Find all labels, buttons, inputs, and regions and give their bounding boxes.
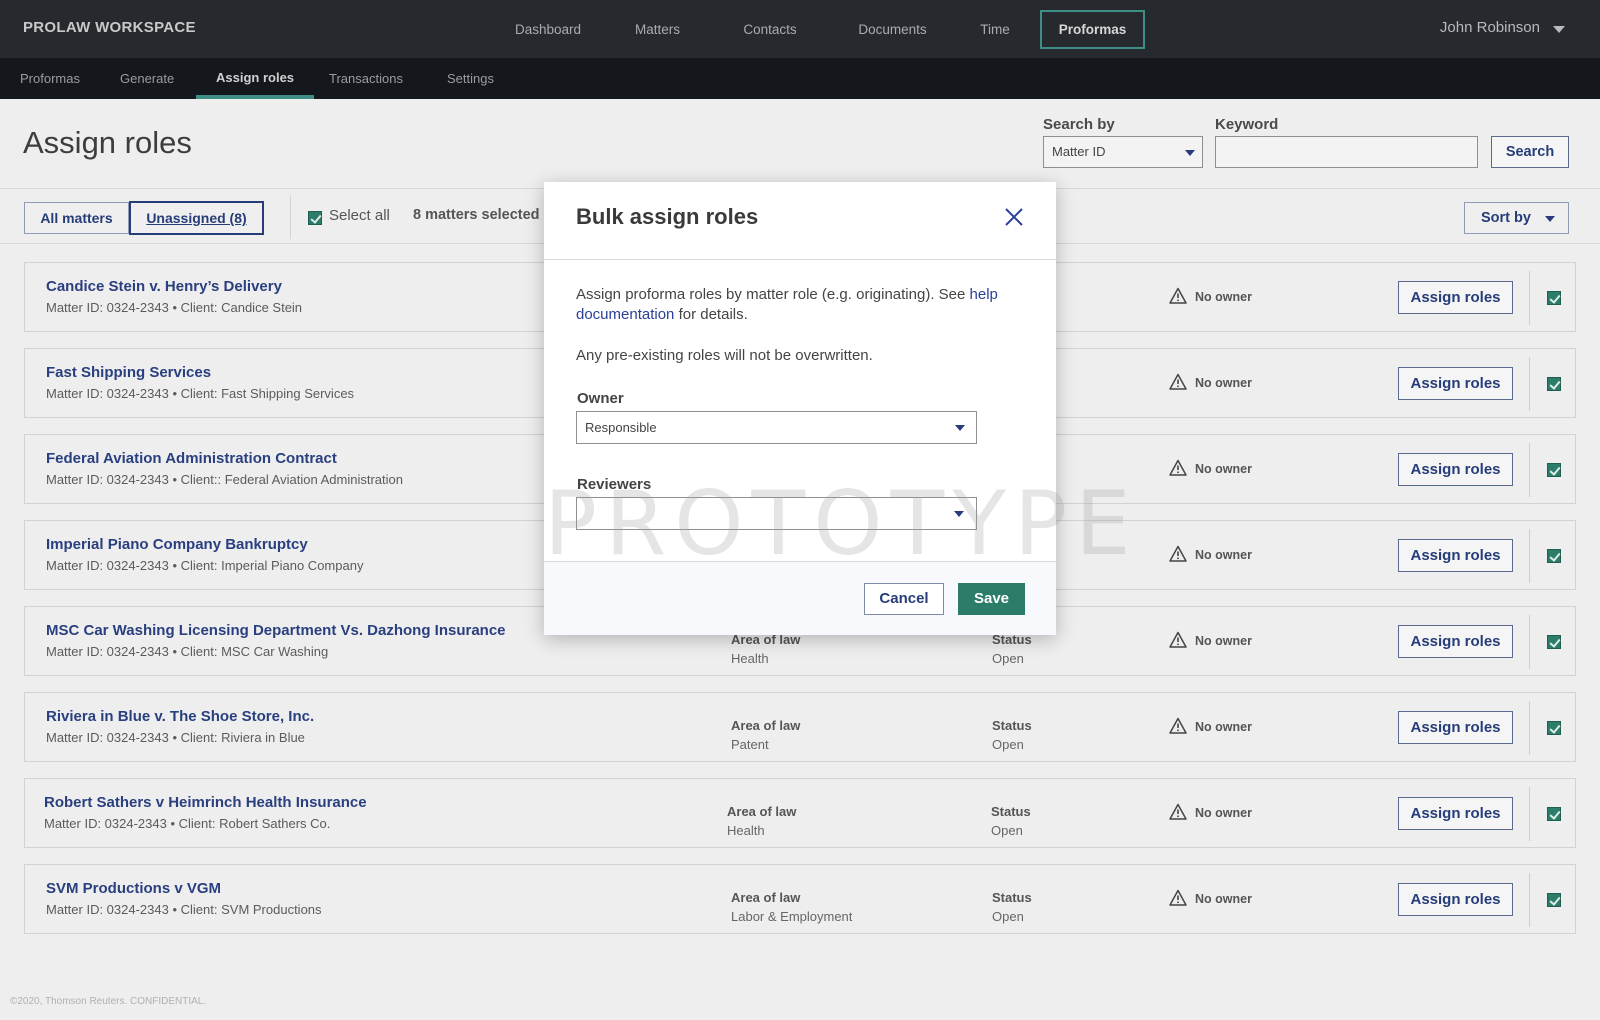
caret-down-icon bbox=[955, 425, 965, 431]
dialog-description: Assign proforma roles by matter role (e.… bbox=[576, 285, 1026, 325]
divider bbox=[544, 259, 1056, 260]
cancel-button[interactable]: Cancel bbox=[864, 583, 944, 615]
dialog-footer: Cancel Save bbox=[544, 561, 1056, 635]
description-text: Assign proforma roles by matter role (e.… bbox=[576, 286, 970, 303]
close-icon[interactable] bbox=[1002, 205, 1026, 229]
owner-label: Owner bbox=[577, 390, 624, 407]
owner-value: Responsible bbox=[585, 420, 657, 435]
dialog-note: Any pre-existing roles will not be overw… bbox=[576, 347, 873, 364]
bulk-assign-roles-dialog: Bulk assign roles Assign proforma roles … bbox=[544, 182, 1131, 635]
reviewers-select[interactable] bbox=[576, 497, 977, 530]
owner-select[interactable]: Responsible bbox=[576, 411, 977, 444]
reviewers-label: Reviewers bbox=[577, 476, 652, 493]
save-button[interactable]: Save bbox=[958, 583, 1025, 615]
dialog-title: Bulk assign roles bbox=[576, 204, 759, 229]
description-text-end: for details. bbox=[674, 306, 748, 323]
caret-down-icon bbox=[954, 511, 964, 517]
